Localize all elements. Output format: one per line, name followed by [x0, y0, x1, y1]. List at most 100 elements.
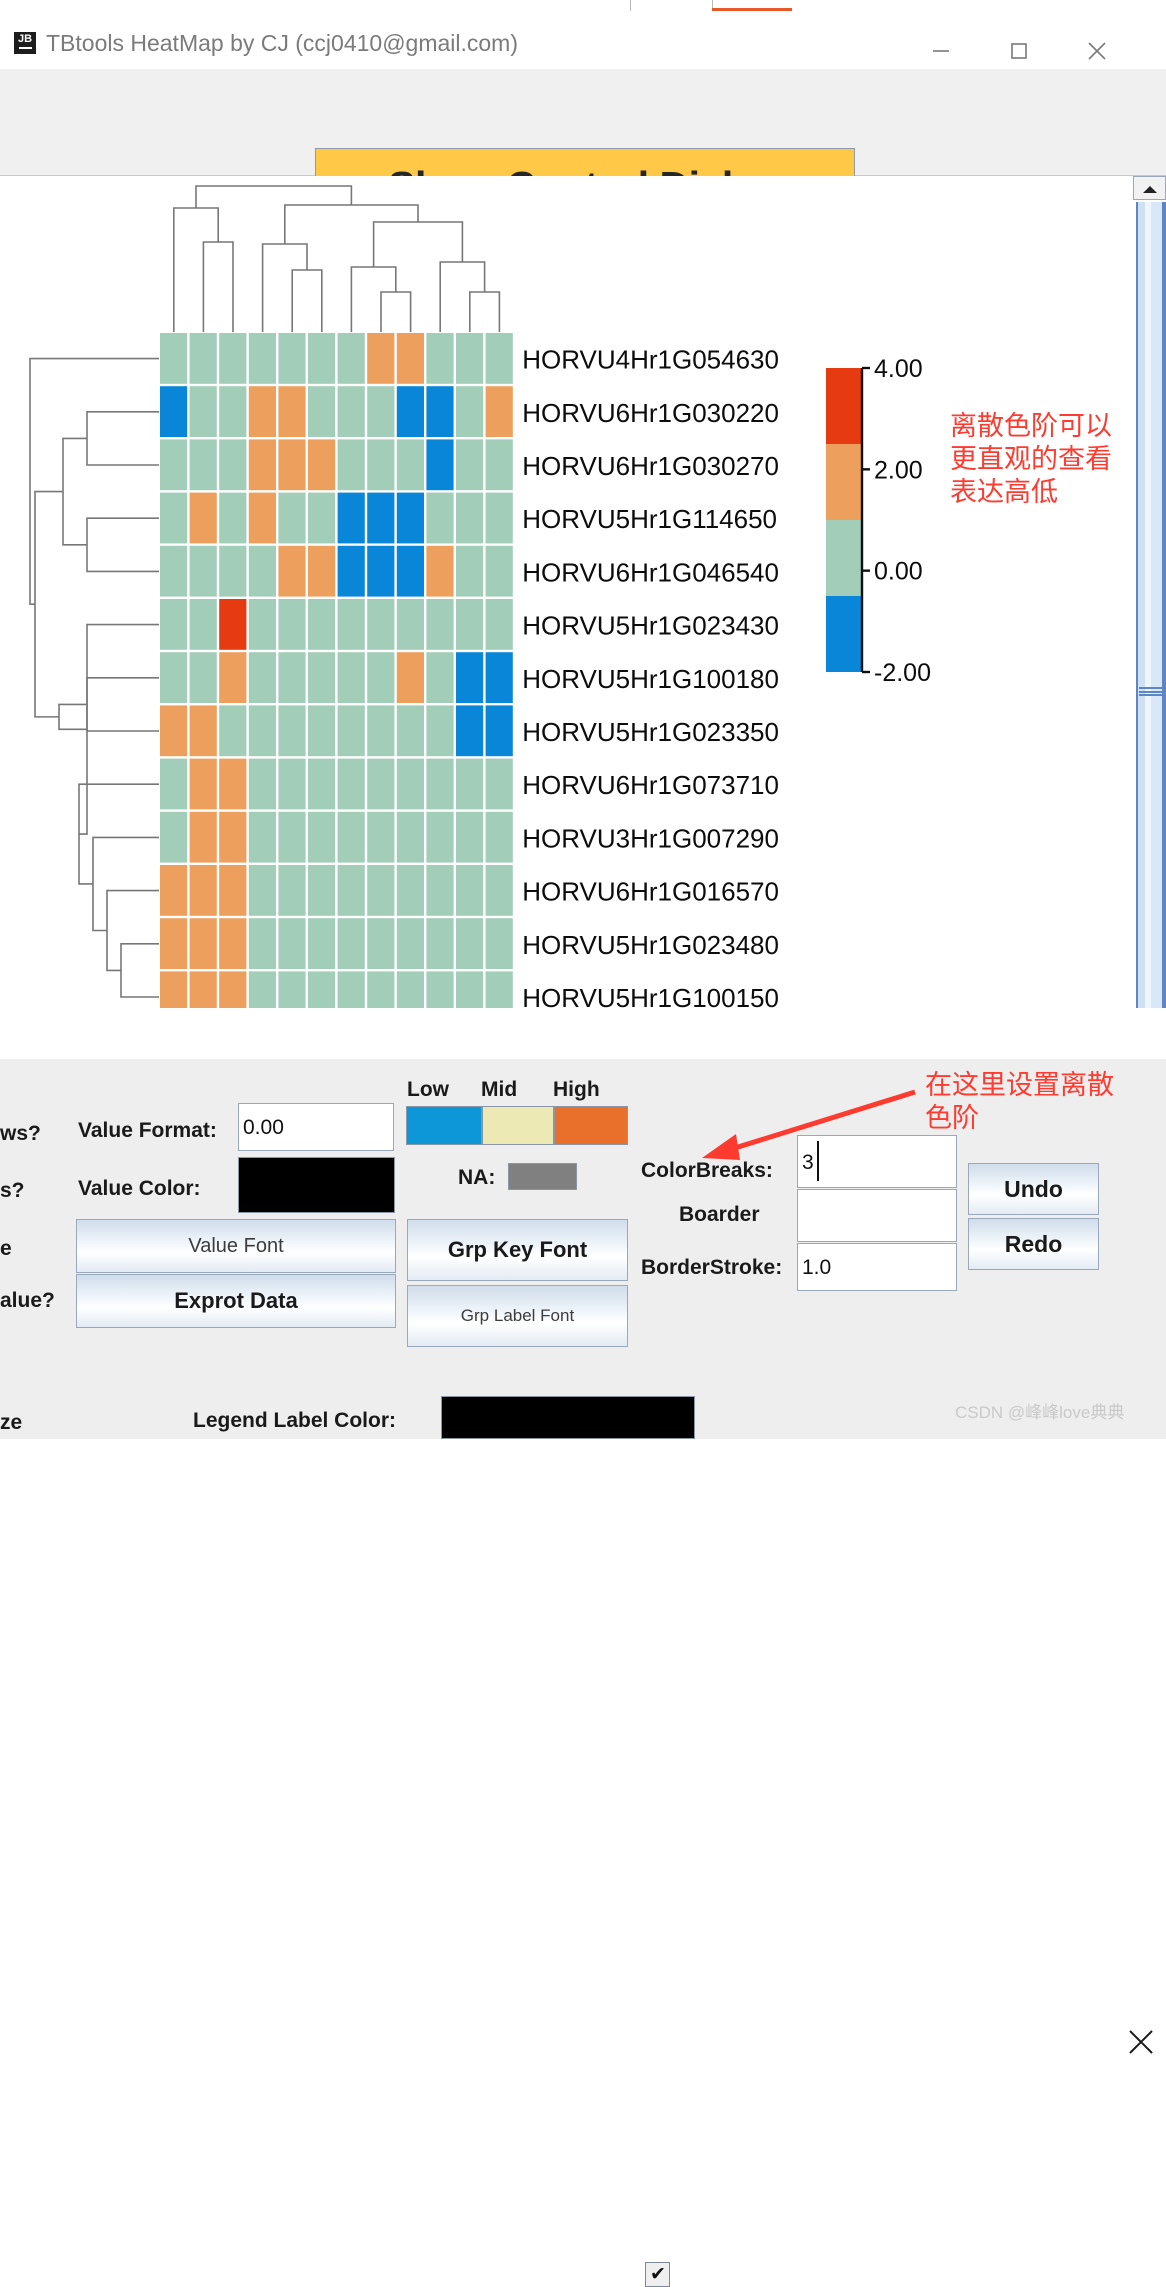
- borderstroke-input[interactable]: 1.0: [797, 1243, 957, 1291]
- heatmap-cell: [249, 439, 276, 490]
- csdn-watermark: CSDN @峰峰love典典: [955, 1398, 1124, 1423]
- dendrogram-branch: [174, 208, 218, 332]
- heatmap-cell: [249, 599, 276, 650]
- na-color-swatch[interactable]: [508, 1163, 577, 1190]
- low-label: Low: [407, 1078, 449, 1102]
- heatmap-cell: [338, 759, 365, 810]
- heatmap-cell: [278, 812, 305, 863]
- heatmap-cell: [397, 546, 424, 597]
- heatmap-cell: [308, 599, 335, 650]
- boarder-checkbox[interactable]: ✔: [645, 2262, 670, 2287]
- heatmap-cell: [456, 386, 483, 437]
- chevron-up-icon: [1143, 186, 1157, 193]
- undo-button[interactable]: Undo: [968, 1163, 1099, 1215]
- heatmap-cell: [367, 439, 394, 490]
- heatmap-cell: [486, 439, 513, 490]
- heatmap-cell: [160, 865, 187, 916]
- grp-label-font-button[interactable]: Grp Label Font: [407, 1285, 628, 1347]
- heatmap-cell: [308, 386, 335, 437]
- heatmap-cell: [426, 493, 453, 544]
- heatmap-cell: [160, 493, 187, 544]
- heatmap-row-label: HORVU5Hr1G100150: [522, 983, 779, 1008]
- heatmap-cell: [426, 652, 453, 703]
- heatmap-row-label: HORVU5Hr1G100180: [522, 664, 779, 694]
- dendrogram-branch: [121, 944, 159, 997]
- scrollbar-up-button[interactable]: [1133, 176, 1166, 200]
- heatmap-cell: [397, 439, 424, 490]
- dendrogram-branch: [79, 625, 159, 834]
- heatmap-cell: [338, 918, 365, 969]
- heatmap-cell: [278, 386, 305, 437]
- export-data-button[interactable]: Exprot Data: [76, 1274, 396, 1328]
- heatmap-cell: [278, 705, 305, 756]
- heatmap-cell: [397, 812, 424, 863]
- heatmap-cell: [190, 705, 217, 756]
- dendrogram-branch: [470, 292, 500, 332]
- heatmap-cell: [426, 333, 453, 384]
- heatmap-cell: [219, 705, 246, 756]
- heatmap-cell: [219, 759, 246, 810]
- grp-key-font-button[interactable]: Grp Key Font: [407, 1219, 628, 1281]
- heatmap-row-label: HORVU5Hr1G023480: [522, 930, 779, 960]
- dendrogram-branch: [93, 837, 159, 930]
- heatmap-cell: [190, 439, 217, 490]
- control-dialog-header: [0, 1008, 1166, 1059]
- heatmap-cell: [456, 546, 483, 597]
- tab-strip-segment: [0, 0, 631, 11]
- heatmap-row-label: HORVU4Hr1G054630: [522, 345, 779, 375]
- colorbar-tick-label: -2.00: [874, 659, 931, 687]
- low-color-swatch[interactable]: [406, 1106, 482, 1145]
- scrollbar-grip-icon: [1139, 687, 1163, 696]
- heatmap-cell: [160, 439, 187, 490]
- heatmap-row-label: HORVU5Hr1G023430: [522, 611, 779, 641]
- heatmap-cell: [308, 652, 335, 703]
- heatmap-cell: [308, 439, 335, 490]
- plot-vertical-scrollbar[interactable]: [1133, 176, 1166, 1008]
- heatmap-cell: [219, 652, 246, 703]
- dendrogram-branch: [351, 267, 395, 332]
- heatmap-cell: [456, 918, 483, 969]
- value-font-button[interactable]: Value Font: [76, 1219, 396, 1273]
- heatmap-row-label: HORVU5Hr1G114650: [522, 504, 777, 534]
- heatmap-cell: [278, 865, 305, 916]
- heatmap-cell: [338, 652, 365, 703]
- redo-button[interactable]: Redo: [968, 1218, 1099, 1270]
- clipped-label-cols: s?: [0, 1179, 25, 1203]
- high-color-swatch[interactable]: [554, 1106, 628, 1145]
- heatmap-cell: [219, 333, 246, 384]
- dendrogram-branch: [381, 292, 411, 332]
- heatmap-cell: [278, 652, 305, 703]
- dendrogram-branch: [263, 244, 307, 332]
- mid-color-swatch[interactable]: [482, 1106, 554, 1145]
- heatmap-cell: [308, 705, 335, 756]
- dendrogram-branch: [292, 270, 322, 332]
- value-format-input[interactable]: 0.00: [238, 1103, 394, 1151]
- heatmap-cell: [456, 865, 483, 916]
- heatmap-cell: [219, 918, 246, 969]
- heatmap-cell: [278, 599, 305, 650]
- heatmap-cell: [338, 971, 365, 1008]
- dendrogram-branch: [59, 704, 87, 729]
- heatmap-plot-area[interactable]: HORVU4Hr1G054630HORVU6Hr1G030220HORVU6Hr…: [0, 176, 1133, 1008]
- control-dialog-close-button[interactable]: [1125, 2026, 1157, 2058]
- heatmap-cell: [338, 865, 365, 916]
- legend-label-color-swatch[interactable]: [441, 1396, 695, 1439]
- heatmap-cell: [456, 599, 483, 650]
- heatmap-cell: [160, 812, 187, 863]
- heatmap-row-label: HORVU5Hr1G023350: [522, 717, 779, 747]
- mid-label: Mid: [481, 1078, 517, 1102]
- heatmap-cell: [367, 599, 394, 650]
- heatmap-cell: [219, 812, 246, 863]
- value-color-swatch[interactable]: [238, 1157, 395, 1213]
- heatmap-cell: [456, 439, 483, 490]
- scrollbar-thumb[interactable]: [1136, 202, 1166, 1008]
- heatmap-cell: [338, 333, 365, 384]
- heatmap-cell: [160, 918, 187, 969]
- colorbar-band: [826, 520, 862, 596]
- boarder-extra-input[interactable]: [797, 1189, 957, 1242]
- heatmap-cell: [426, 546, 453, 597]
- heatmap-cell: [397, 599, 424, 650]
- tab-strip-segment: [630, 0, 713, 11]
- heatmap-cell: [456, 971, 483, 1008]
- heatmap-cell: [219, 493, 246, 544]
